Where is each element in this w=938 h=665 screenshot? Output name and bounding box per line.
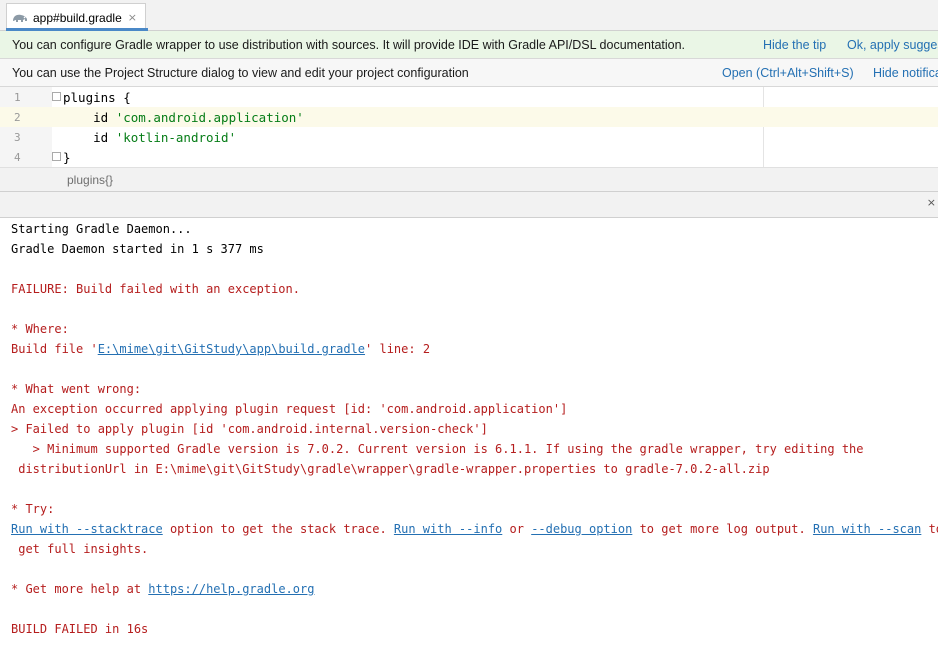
code-line[interactable]: 1 plugins { (0, 87, 938, 107)
code-text: plugins { (63, 89, 131, 105)
console-line: Gradle Daemon started in 1 s 377 ms (11, 242, 264, 256)
run-info-link[interactable]: Run with --info (394, 522, 502, 536)
console-try-line: Run with --stacktrace option to get the … (11, 522, 938, 536)
breadcrumb-item-plugins[interactable]: plugins{} (67, 173, 113, 187)
gradle-wrapper-notification: You can configure Gradle wrapper to use … (0, 31, 938, 59)
console-failure-line: FAILURE: Build failed with an exception. (11, 282, 300, 296)
console-help-line: * Get more help at https://help.gradle.o… (11, 582, 315, 596)
debug-option-link[interactable]: --debug option (531, 522, 632, 536)
code-text: id 'com.android.application' (63, 109, 304, 125)
breadcrumb: plugins{} (0, 167, 938, 192)
console-what-wrong-heading: * What went wrong: (11, 382, 142, 396)
console-build-failed-line: BUILD FAILED in 16s (11, 622, 149, 636)
build-console-output[interactable]: Starting Gradle Daemon... Gradle Daemon … (0, 218, 938, 665)
line-number: 4 (14, 150, 21, 164)
fold-marker-icon[interactable] (52, 152, 61, 161)
console-try-heading: * Try: (11, 502, 55, 516)
hide-notification-link[interactable]: Hide notifica (873, 66, 938, 80)
fold-marker-icon[interactable] (52, 92, 61, 101)
open-project-structure-link[interactable]: Open (Ctrl+Alt+Shift+S) (722, 66, 854, 80)
code-line[interactable]: 2 id 'com.android.application' (0, 107, 938, 127)
console-line: An exception occurred applying plugin re… (11, 402, 568, 416)
code-editor[interactable]: 1 plugins { 2 id 'com.android.applicatio… (0, 87, 938, 167)
line-number: 2 (14, 110, 21, 124)
console-where-heading: * Where: (11, 322, 69, 336)
code-line[interactable]: 3 id 'kotlin-android' (0, 127, 938, 147)
gradle-help-link[interactable]: https://help.gradle.org (148, 582, 314, 596)
tab-build-gradle[interactable]: app#build.gradle × (6, 3, 146, 31)
code-text: id 'kotlin-android' (63, 129, 237, 145)
run-scan-link[interactable]: Run with --scan (813, 522, 921, 536)
run-stacktrace-link[interactable]: Run with --stacktrace (11, 522, 163, 536)
gradle-elephant-icon (11, 11, 29, 25)
console-line: get full insights. (11, 542, 149, 556)
close-tool-window-icon[interactable]: × (927, 196, 936, 209)
tab-close-icon[interactable]: × (128, 11, 137, 24)
project-structure-notification: You can use the Project Structure dialog… (0, 59, 938, 87)
console-line: > Minimum supported Gradle version is 7.… (11, 442, 864, 456)
console-line: > Failed to apply plugin [id 'com.androi… (11, 422, 488, 436)
apply-suggestion-link[interactable]: Ok, apply sugges (847, 38, 938, 52)
build-file-link[interactable]: E:\mime\git\GitStudy\app\build.gradle (98, 342, 365, 356)
code-text: } (63, 149, 71, 165)
tab-title: app#build.gradle (33, 10, 122, 25)
project-structure-message: You can use the Project Structure dialog… (12, 65, 469, 80)
console-build-file-line: Build file 'E:\mime\git\GitStudy\app\bui… (11, 342, 431, 356)
console-line: distributionUrl in E:\mime\git\GitStudy\… (11, 462, 770, 476)
line-number: 1 (14, 90, 21, 104)
console-line: Starting Gradle Daemon... (11, 222, 192, 236)
build-tool-window-header: × (0, 192, 938, 218)
gradle-wrapper-message: You can configure Gradle wrapper to use … (12, 37, 686, 52)
hide-tip-link[interactable]: Hide the tip (763, 38, 826, 52)
code-line[interactable]: 4 } (0, 147, 938, 167)
line-number: 3 (14, 130, 21, 144)
editor-tab-bar: app#build.gradle × (0, 0, 938, 31)
